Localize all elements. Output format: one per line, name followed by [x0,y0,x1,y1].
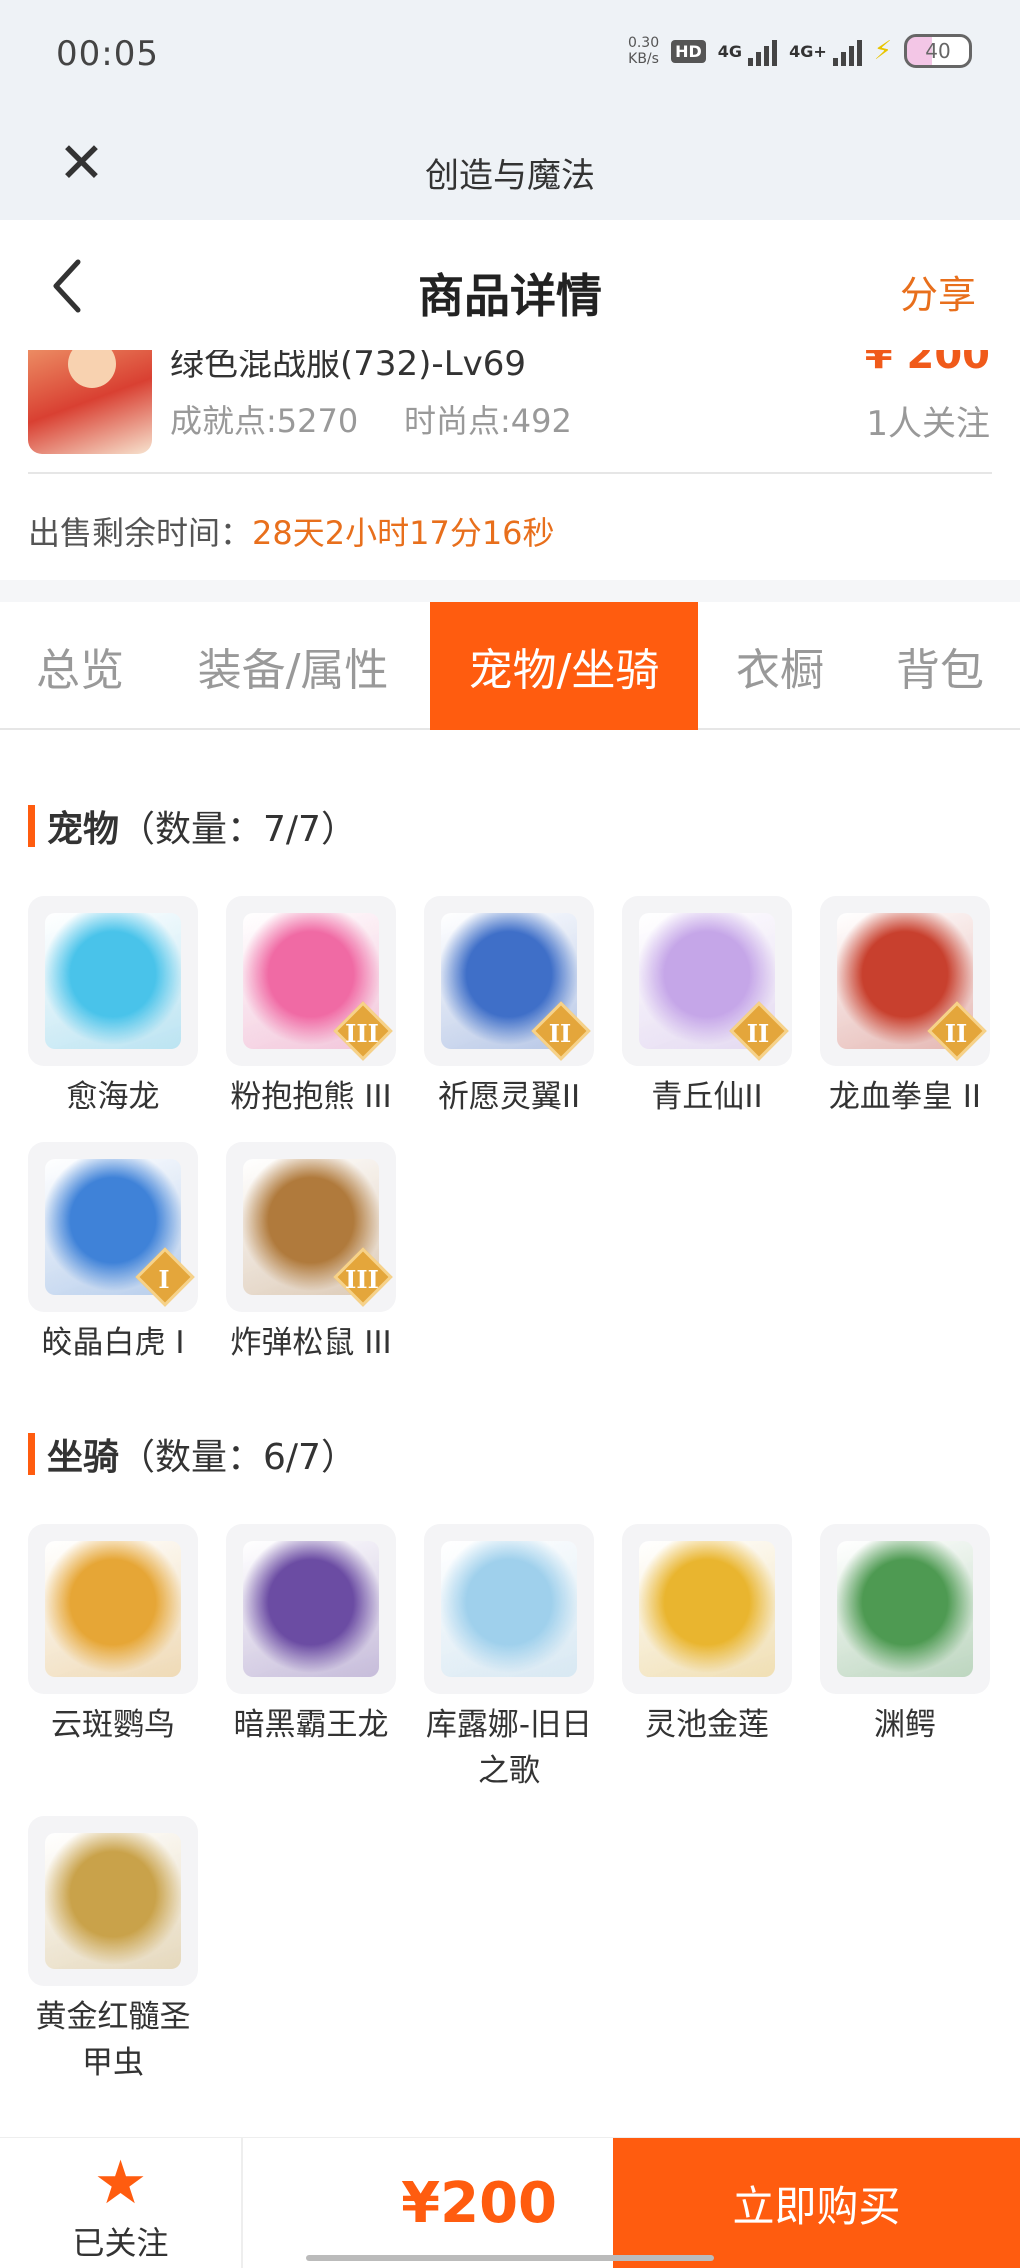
follow-label: 已关注 [72,2224,169,2262]
signal-icon [748,36,778,66]
product-avatar [28,350,152,454]
home-indicator[interactable] [306,2255,714,2261]
section-accent [28,1433,35,1475]
pet-thumbnail: III [226,896,396,1066]
pet-item[interactable]: III 炸弹松鼠 III [226,1142,396,1366]
divider [28,472,992,474]
mount-thumbnail [28,1524,198,1694]
achievement-points: 成就点:5270 [170,402,359,440]
product-name: 绿色混战服(732)-Lv69 [170,350,527,384]
network-type-2: 4G+ [789,41,827,61]
tab-equipment[interactable]: 装备/属性 [180,602,406,730]
pet-thumbnail: I [28,1142,198,1312]
bottom-price: ¥200 [401,2170,557,2236]
follow-button[interactable]: ★ 已关注 [0,2138,243,2268]
mount-image [45,1833,181,1969]
network-type-1: 4G [717,41,743,61]
pet-thumbnail: II [820,896,990,1066]
mount-item[interactable]: 渊鳄 [820,1524,990,1748]
pet-name: 愈海龙 [66,1079,160,1115]
remaining-time-value: 28天2小时17分16秒 [252,514,555,552]
follower-count: 1人关注 [866,404,990,444]
mount-image [639,1541,775,1677]
mount-item[interactable]: 云斑鹦鸟 [28,1524,198,1748]
page-header: 商品详情 分享 [0,220,1020,350]
mount-item[interactable]: 黄金红髓圣甲虫 [28,1816,198,2086]
pet-item[interactable]: 愈海龙 [28,896,198,1120]
status-bar: 00:05 0.30 KB/s HD 4G 4G+ ⚡ 40 [0,0,1020,110]
pet-name: 皎晶白虎 I [41,1325,185,1361]
pet-item[interactable]: III 粉抱抱熊 III [226,896,396,1120]
battery-icon: 40 [904,34,972,68]
tab-bar: 总览 装备/属性 宠物/坐骑 衣橱 背包 [0,602,1020,730]
mounts-count: （数量：6/7） [119,1437,357,1478]
pet-name: 炸弹松鼠 III [230,1325,392,1361]
section-accent [28,805,35,847]
pet-image [45,913,181,1049]
mount-item[interactable]: 库露娜-旧日之歌 [424,1524,594,1794]
bottom-action-bar: ★ 已关注 ¥200 立即购买 [0,2137,1020,2268]
pets-count: （数量：7/7） [119,809,357,850]
pets-section-title: 宠物 （数量：7/7） [28,800,357,852]
mount-name: 黄金红髓圣甲虫 [35,1999,191,2081]
mount-thumbnail [226,1524,396,1694]
status-time: 00:05 [56,34,159,74]
product-summary: 绿色混战服(732)-Lv69 ¥ 200 成就点:5270 时尚点:492 1… [0,350,1020,475]
mount-item[interactable]: 灵池金莲 [622,1524,792,1748]
status-icons: 0.30 KB/s HD 4G 4G+ ⚡ 40 [628,34,972,68]
pet-item[interactable]: I 皎晶白虎 I [28,1142,198,1366]
mount-item[interactable]: 暗黑霸王龙 [226,1524,396,1748]
pet-name: 青丘仙II [651,1079,763,1115]
product-price: ¥ 200 [864,350,990,378]
share-button[interactable]: 分享 [900,264,976,319]
star-icon: ★ [93,2148,148,2218]
mount-thumbnail [28,1816,198,1986]
mount-image [243,1541,379,1677]
pet-name: 龙血拳皇 II [828,1079,982,1115]
mount-thumbnail [424,1524,594,1694]
tab-pets-mounts[interactable]: 宠物/坐骑 [430,602,698,730]
pet-item[interactable]: II 龙血拳皇 II [820,896,990,1120]
buy-now-button[interactable]: 立即购买 [613,2138,1020,2268]
pet-name: 祈愿灵翼II [437,1079,581,1115]
sale-remaining-time: 出售剩余时间：28天2小时17分16秒 [28,514,555,552]
pet-item[interactable]: II 青丘仙II [622,896,792,1120]
network-speed: 0.30 KB/s [627,35,660,67]
mount-name: 暗黑霸王龙 [233,1707,389,1743]
pet-name: 粉抱抱熊 III [230,1079,392,1115]
mount-name: 渊鳄 [874,1707,936,1743]
mount-image [441,1541,577,1677]
mount-thumbnail [622,1524,792,1694]
mount-name: 灵池金莲 [645,1707,769,1743]
pet-thumbnail: II [424,896,594,1066]
pet-thumbnail [28,896,198,1066]
tab-backpack[interactable]: 背包 [870,602,1010,730]
tab-overview[interactable]: 总览 [0,602,160,730]
pet-thumbnail: III [226,1142,396,1312]
tab-wardrobe[interactable]: 衣橱 [716,602,844,730]
mounts-section-title: 坐骑 （数量：6/7） [28,1428,357,1480]
page-title: 商品详情 [418,269,602,323]
section-gap [0,580,1020,602]
webview-header: ✕ 创造与魔法 [0,110,1020,220]
mount-name: 云斑鹦鸟 [51,1707,175,1743]
signal-icon-2 [832,36,862,66]
mount-image [45,1541,181,1677]
webview-title: 创造与魔法 [425,156,595,196]
pet-item[interactable]: II 祈愿灵翼II [424,896,594,1120]
pet-thumbnail: II [622,896,792,1066]
fashion-points: 时尚点:492 [404,402,572,440]
hd-icon: HD [671,39,706,63]
mount-thumbnail [820,1524,990,1694]
mount-name: 库露娜-旧日之歌 [425,1707,593,1789]
charging-icon: ⚡ [873,36,892,66]
mount-image [837,1541,973,1677]
